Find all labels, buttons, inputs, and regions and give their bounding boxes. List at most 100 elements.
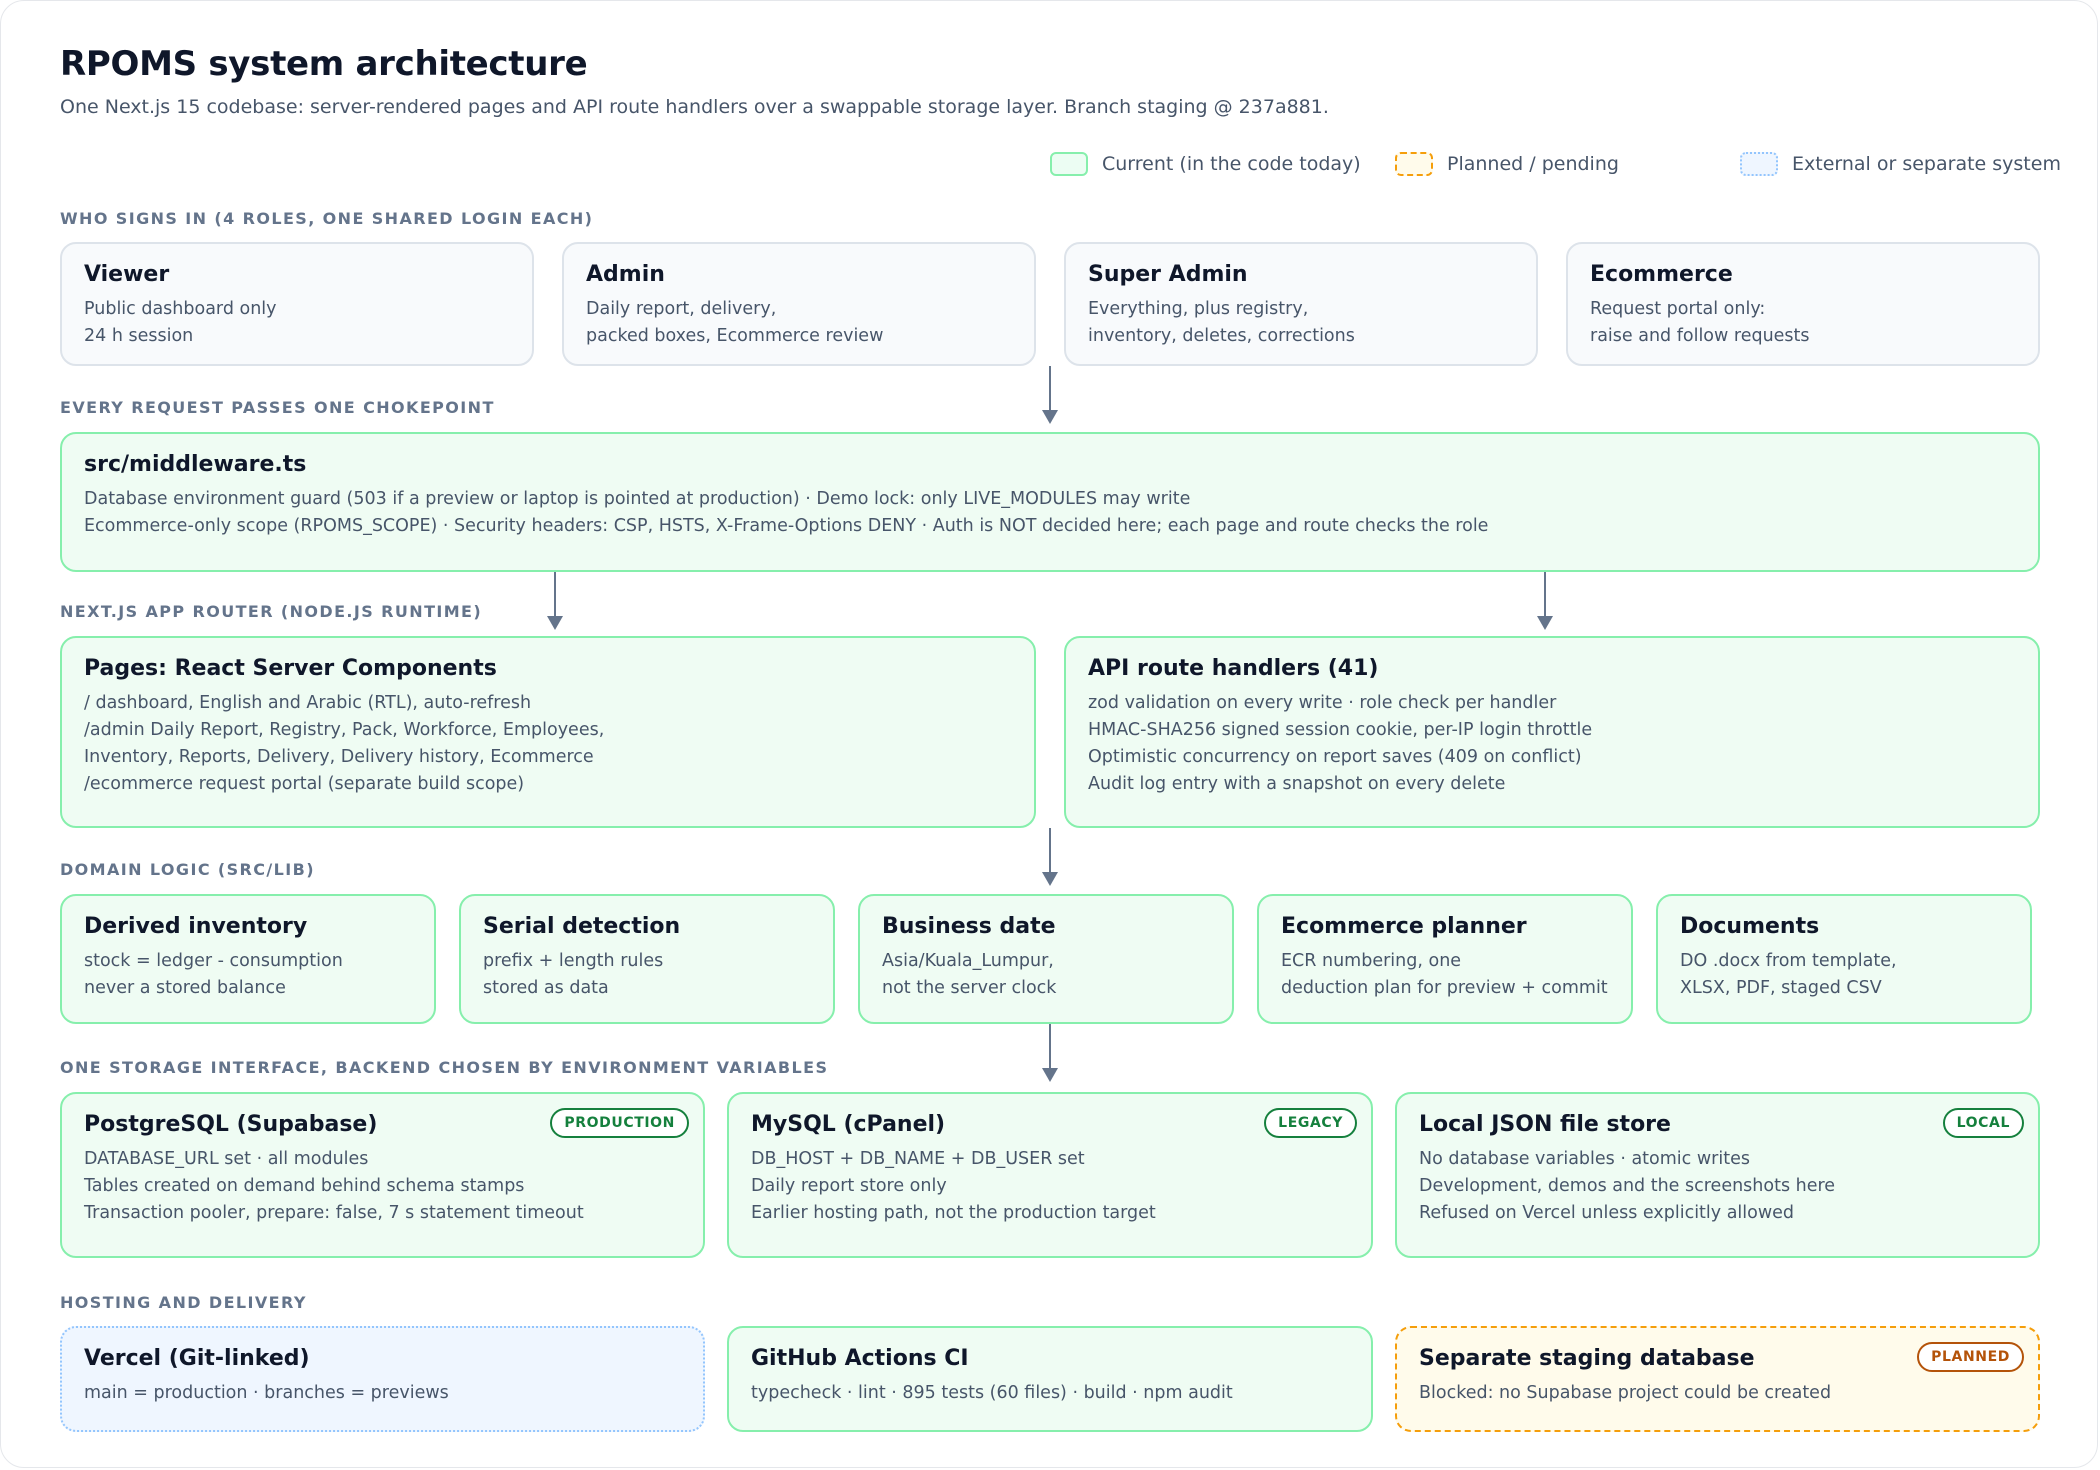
storage-title: Local JSON file store [1419,1112,1671,1137]
role-line: Request portal only: [1590,299,1766,319]
role-box-ecommerce: Ecommerce Request portal only: raise and… [1566,242,2040,366]
hosting-line: Blocked: no Supabase project could be cr… [1419,1383,1832,1403]
api-routes-line: Audit log entry with a snapshot on every… [1088,774,1506,794]
domain-line: XLSX, PDF, staged CSV [1680,978,1882,998]
role-title: Viewer [84,262,170,287]
domain-line: stock = ledger - consumption [84,951,343,971]
arrow-middleware-to-api [1535,572,1555,630]
role-title: Ecommerce [1590,262,1733,287]
section-label-domain: DOMAIN LOGIC (SRC/LIB) [60,860,315,879]
storage-line: DB_HOST + DB_NAME + DB_USER set [751,1149,1085,1169]
role-box-admin: Admin Daily report, delivery, packed box… [562,242,1036,366]
api-routes-line: HMAC-SHA256 signed session cookie, per-I… [1088,720,1593,740]
storage-line: Development, demos and the screenshots h… [1419,1176,1836,1196]
pages-title: Pages: React Server Components [84,656,497,681]
hosting-box-github-actions: GitHub Actions CI typecheck · lint · 895… [727,1326,1373,1432]
legend-external-label: External or separate system [1792,153,2061,175]
domain-line: not the server clock [882,978,1057,998]
diagram-title: RPOMS system architecture [60,44,588,84]
role-line: inventory, deletes, corrections [1088,326,1355,346]
role-title: Super Admin [1088,262,1248,287]
legend-planned: Planned / pending [1395,150,1619,178]
hosting-line: main = production · branches = previews [84,1383,449,1403]
arrow-router-to-domain [1040,828,1060,886]
storage-box-local-json: LOCAL Local JSON file store No database … [1395,1092,2040,1258]
hosting-box-vercel: Vercel (Git-linked) main = production · … [60,1326,705,1432]
role-box-viewer: Viewer Public dashboard only 24 h sessio… [60,242,534,366]
hosting-line: typecheck · lint · 895 tests (60 files) … [751,1383,1233,1403]
domain-line: DO .docx from template, [1680,951,1897,971]
section-label-hosting: HOSTING AND DELIVERY [60,1293,307,1312]
role-line: Everything, plus registry, [1088,299,1309,319]
domain-title: Serial detection [483,914,681,939]
role-line: packed boxes, Ecommerce review [586,326,884,346]
middleware-title: src/middleware.ts [84,452,307,477]
api-routes-line: Optimistic concurrency on report saves (… [1088,747,1582,767]
domain-line: stored as data [483,978,609,998]
role-title: Admin [586,262,665,287]
section-label-router: NEXT.JS APP ROUTER (NODE.JS RUNTIME) [60,602,483,621]
storage-line: Daily report store only [751,1176,947,1196]
legend-current: Current (in the code today) [1050,150,1361,178]
role-line: Public dashboard only [84,299,277,319]
middleware-line: Database environment guard (503 if a pre… [84,489,1191,509]
storage-box-postgresql: PRODUCTION PostgreSQL (Supabase) DATABAS… [60,1092,705,1258]
hosting-box-staging-database: PLANNED Separate staging database Blocke… [1395,1326,2040,1432]
domain-box-documents: Documents DO .docx from template, XLSX, … [1656,894,2032,1024]
domain-title: Business date [882,914,1056,939]
api-routes-title: API route handlers (41) [1088,656,1379,681]
api-routes-box: API route handlers (41) zod validation o… [1064,636,2040,828]
pages-line: / dashboard, English and Arabic (RTL), a… [84,693,532,713]
role-box-super-admin: Super Admin Everything, plus registry, i… [1064,242,1538,366]
arrow-middleware-to-pages [545,572,565,630]
storage-line: Transaction pooler, prepare: false, 7 s … [84,1203,584,1223]
domain-box-business-date: Business date Asia/Kuala_Lumpur, not the… [858,894,1234,1024]
arrow-roles-to-middleware [1040,366,1060,424]
pages-box: Pages: React Server Components / dashboa… [60,636,1036,828]
arrow-domain-to-storage [1040,1024,1060,1082]
domain-box-serial-detection: Serial detection prefix + length rules s… [459,894,835,1024]
legend-current-label: Current (in the code today) [1102,153,1361,175]
hosting-title: GitHub Actions CI [751,1346,969,1371]
middleware-box: src/middleware.ts Database environment g… [60,432,2040,572]
domain-title: Derived inventory [84,914,308,939]
api-routes-line: zod validation on every write · role che… [1088,693,1557,713]
domain-line: deduction plan for preview + commit [1281,978,1608,998]
domain-title: Ecommerce planner [1281,914,1527,939]
domain-line: prefix + length rules [483,951,664,971]
domain-line: never a stored balance [84,978,286,998]
domain-box-ecommerce-planner: Ecommerce planner ECR numbering, one ded… [1257,894,1633,1024]
legend-external-swatch [1740,152,1778,176]
middleware-line: Ecommerce-only scope (RPOMS_SCOPE) · Sec… [84,516,1489,536]
status-badge: LOCAL [1942,1108,2024,1138]
section-label-roles: WHO SIGNS IN (4 ROLES, ONE SHARED LOGIN … [60,209,594,228]
storage-box-mysql: LEGACY MySQL (cPanel) DB_HOST + DB_NAME … [727,1092,1373,1258]
domain-title: Documents [1680,914,1820,939]
hosting-title: Vercel (Git-linked) [84,1346,310,1371]
pages-line: /ecommerce request portal (separate buil… [84,774,525,794]
diagram-subtitle: One Next.js 15 codebase: server-rendered… [60,96,1329,118]
storage-line: No database variables · atomic writes [1419,1149,1750,1169]
storage-line: Earlier hosting path, not the production… [751,1203,1156,1223]
legend-current-swatch [1050,152,1088,176]
section-label-chokepoint: EVERY REQUEST PASSES ONE CHOKEPOINT [60,398,495,417]
legend-planned-label: Planned / pending [1447,153,1619,175]
domain-line: ECR numbering, one [1281,951,1462,971]
storage-line: Refused on Vercel unless explicitly allo… [1419,1203,1795,1223]
status-badge: PRODUCTION [550,1108,689,1138]
status-badge: PLANNED [1917,1342,2024,1372]
legend-external: External or separate system [1740,150,2061,178]
pages-line: /admin Daily Report, Registry, Pack, Wor… [84,720,605,740]
section-label-storage: ONE STORAGE INTERFACE, BACKEND CHOSEN BY… [60,1058,829,1077]
domain-box-derived-inventory: Derived inventory stock = ledger - consu… [60,894,436,1024]
status-badge: LEGACY [1264,1108,1357,1138]
role-line: raise and follow requests [1590,326,1810,346]
storage-line: Tables created on demand behind schema s… [84,1176,525,1196]
pages-line: Inventory, Reports, Delivery, Delivery h… [84,747,594,767]
domain-line: Asia/Kuala_Lumpur, [882,951,1054,971]
storage-line: DATABASE_URL set · all modules [84,1149,369,1169]
storage-title: MySQL (cPanel) [751,1112,946,1137]
role-line: Daily report, delivery, [586,299,777,319]
role-line: 24 h session [84,326,194,346]
architecture-diagram: RPOMS system architecture One Next.js 15… [0,0,2100,1470]
